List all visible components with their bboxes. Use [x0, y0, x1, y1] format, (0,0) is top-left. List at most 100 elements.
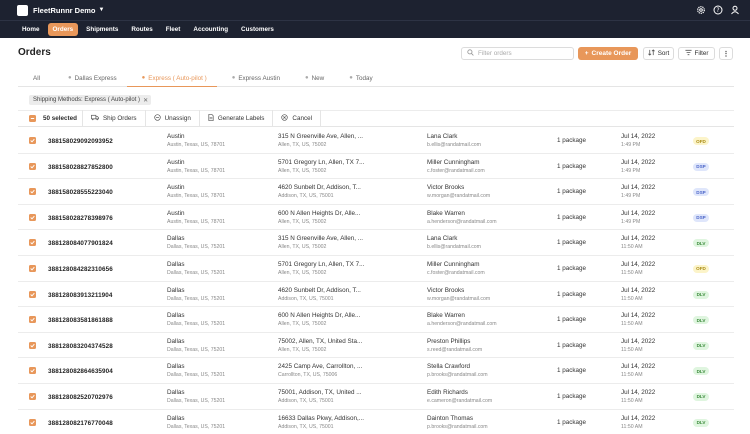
workspace-name[interactable]: FleetRunnr Demo: [33, 6, 96, 15]
row-checkbox[interactable]: [29, 188, 36, 196]
filter-button[interactable]: Filter: [678, 47, 715, 60]
row-checkbox[interactable]: [29, 316, 36, 324]
order-id[interactable]: 388158029092093952: [48, 138, 113, 145]
table-row[interactable]: 388158028555223040 Austin Austin, Texas, U…: [18, 179, 734, 205]
tab-express-austin[interactable]: ● Express Austin: [217, 70, 290, 87]
tab-dallas-express[interactable]: ● Dallas Express: [53, 70, 127, 87]
order-id[interactable]: 388128084282310656: [48, 266, 113, 273]
row-checkbox[interactable]: [29, 392, 36, 400]
more-options-button[interactable]: ⋮: [719, 47, 733, 60]
status-badge: DLV: [693, 392, 709, 401]
row-checkbox[interactable]: [29, 239, 36, 247]
dropoff-city: Allen, TX, US, 75002: [278, 269, 327, 276]
order-id[interactable]: 388128082864635904: [48, 368, 113, 375]
row-checkbox[interactable]: [29, 264, 36, 272]
pickup-city: Dallas: [167, 235, 185, 243]
nav-customers[interactable]: Customers: [236, 23, 279, 36]
select-all-checkbox[interactable]: [29, 115, 36, 122]
nav-fleet[interactable]: Fleet: [161, 23, 186, 36]
table-row[interactable]: 388128083204374528 Dallas Dallas, Texas, U…: [18, 333, 734, 359]
tab-today[interactable]: ● Today: [334, 70, 382, 87]
dropoff-address: 16633 Dallas Pkwy, Addison,...: [278, 414, 364, 422]
order-id[interactable]: 388128083913211904: [48, 292, 113, 299]
order-id[interactable]: 388128082520702976: [48, 394, 113, 401]
package-count: 1 package: [557, 264, 587, 272]
table-row[interactable]: 388158029092093952 Austin Austin, Texas, U…: [18, 128, 734, 154]
nav-accounting[interactable]: Accounting: [188, 23, 233, 36]
tab-label: New: [311, 74, 325, 82]
dropoff-address: 5701 Gregory Ln, Allen, TX 7...: [278, 158, 365, 166]
table-row[interactable]: 388158028278398976 Austin Austin, Texas, U…: [18, 205, 734, 231]
order-id[interactable]: 388128082176770048: [48, 420, 113, 427]
order-id[interactable]: 388158028555223040: [48, 189, 113, 196]
ship-orders-button[interactable]: Ship Orders: [81, 110, 145, 127]
ship-orders-label: Ship Orders: [102, 115, 137, 122]
dropoff-city: Addison, TX, US, 75001: [278, 295, 334, 302]
table-row[interactable]: 388128082176770048 Dallas Dallas, Texas, U…: [18, 410, 734, 434]
order-id[interactable]: 388128083581861888: [48, 317, 113, 324]
nav-home[interactable]: Home: [17, 23, 45, 36]
row-checkbox[interactable]: [29, 290, 36, 298]
orders-table: 388158029092093952 Austin Austin, Texas, U…: [18, 128, 734, 434]
status-badge: OFD: [693, 137, 709, 145]
status-badge: DSP: [693, 213, 709, 222]
table-row[interactable]: 388128083913211904 Dallas Dallas, Texas, U…: [18, 282, 734, 308]
unassign-button[interactable]: Unassign: [144, 110, 199, 127]
row-checkbox[interactable]: [29, 341, 36, 349]
order-date: Jul 14, 2022: [621, 363, 656, 371]
order-id[interactable]: 388158028827852800: [48, 164, 113, 171]
pickup-address: Dallas, Texas, US, 75201: [167, 346, 226, 353]
generate-labels-button[interactable]: Generate Labels: [198, 110, 273, 127]
more-vertical-icon: ⋮: [722, 50, 730, 58]
customer-email: a.henderson@randatmail.com: [427, 321, 497, 328]
create-order-label: Create Order: [591, 50, 632, 57]
tab-dot-icon: ●: [349, 75, 353, 81]
order-date: Jul 14, 2022: [621, 158, 656, 166]
package-count: 1 package: [557, 418, 587, 426]
help-icon[interactable]: ?: [713, 5, 723, 15]
search-box[interactable]: [461, 47, 574, 60]
table-row[interactable]: 388128084282310656 Dallas Dallas, Texas, U…: [18, 256, 734, 282]
order-date: Jul 14, 2022: [621, 133, 656, 140]
dropoff-city: Addison, TX, US, 75001: [278, 423, 334, 430]
tab-new[interactable]: ● New: [290, 70, 334, 87]
table-row[interactable]: 388158028827852800 Austin Austin, Texas, U…: [18, 154, 734, 180]
row-checkbox[interactable]: [29, 213, 36, 221]
package-count: 1 package: [557, 290, 587, 298]
order-id[interactable]: 388158028278398976: [48, 215, 113, 222]
table-row[interactable]: 388128082864635904 Dallas Dallas, Texas, U…: [18, 358, 734, 384]
pickup-city: Austin: [167, 158, 185, 166]
nav-orders[interactable]: Orders: [47, 23, 79, 36]
package-count: 1 package: [557, 188, 587, 196]
tab-all[interactable]: All: [18, 70, 53, 87]
row-checkbox[interactable]: [29, 367, 36, 375]
table-row[interactable]: 388128083581861888 Dallas Dallas, Texas, U…: [18, 307, 734, 333]
pickup-address: Austin, Texas, US, 78701: [167, 142, 226, 148]
search-input[interactable]: [478, 50, 568, 57]
nav-routes[interactable]: Routes: [126, 23, 157, 36]
customer-email: c.foster@randatmail.com: [427, 167, 485, 174]
row-checkbox[interactable]: [29, 162, 36, 170]
page-title: Orders: [18, 47, 51, 58]
order-id[interactable]: 388128083204374528: [48, 343, 113, 350]
close-icon[interactable]: ✕: [143, 97, 148, 104]
tab-express-auto-pilot[interactable]: ● Express ( Auto-pilot ): [126, 70, 217, 87]
dropoff-address: 75001, Addison, TX, United ...: [278, 388, 362, 396]
settings-gear-icon[interactable]: [696, 5, 706, 15]
chevron-down-icon[interactable]: ▼: [99, 7, 105, 13]
pickup-city: Dallas: [167, 414, 185, 422]
cancel-button[interactable]: Cancel: [272, 110, 322, 127]
table-row[interactable]: 388128084077901824 Dallas Dallas, Texas, U…: [18, 230, 734, 256]
create-order-button[interactable]: + Create Order: [578, 47, 638, 60]
nav-shipments[interactable]: Shipments: [81, 23, 123, 36]
status-badge: DLV: [693, 418, 709, 427]
user-profile-icon[interactable]: [730, 5, 740, 15]
pickup-address: Dallas, Texas, US, 75201: [167, 372, 226, 379]
table-row[interactable]: 388128082520702976 Dallas Dallas, Texas, U…: [18, 384, 734, 410]
pickup-address: Dallas, Texas, US, 75201: [167, 397, 226, 404]
sort-button[interactable]: Sort: [643, 47, 674, 60]
customer-email: b.ellis@randatmail.com: [427, 142, 481, 148]
row-checkbox[interactable]: [29, 137, 36, 144]
order-id[interactable]: 388128084077901824: [48, 240, 113, 247]
row-checkbox[interactable]: [29, 418, 36, 426]
